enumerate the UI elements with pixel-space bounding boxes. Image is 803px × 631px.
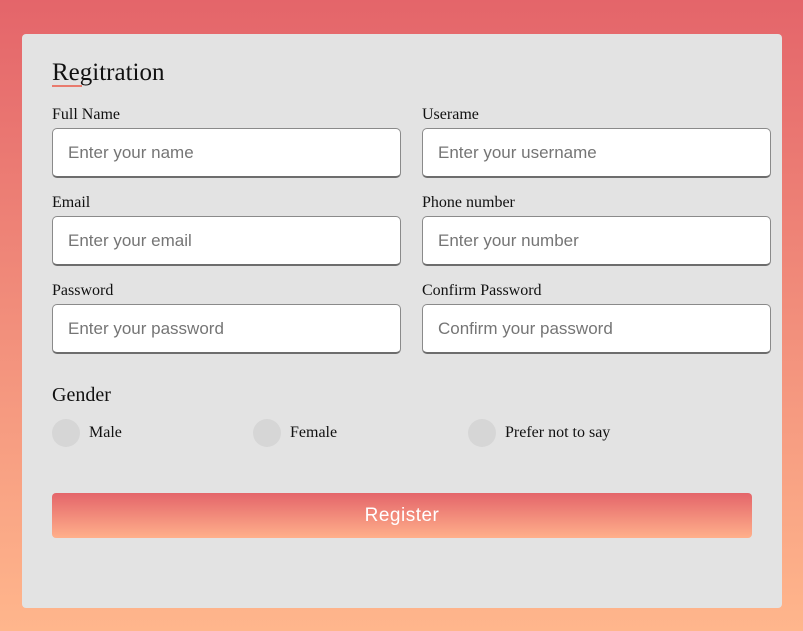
username-field-group: Userame [422, 106, 771, 178]
username-label: Userame [422, 106, 479, 123]
gender-option-female[interactable]: Female [253, 419, 337, 447]
title-underline [52, 85, 82, 87]
radio-button-prefer-not[interactable] [468, 419, 496, 447]
confirm-password-field-group: Confirm Password [422, 282, 771, 354]
radio-button-female[interactable] [253, 419, 281, 447]
gender-label-male: Male [89, 424, 122, 441]
gender-label-female: Female [290, 424, 338, 441]
password-input[interactable] [52, 304, 401, 354]
full-name-input[interactable] [52, 128, 401, 178]
username-input[interactable] [422, 128, 771, 178]
radio-button-male[interactable] [52, 419, 80, 447]
gender-title: Gender [52, 384, 111, 406]
password-field-group: Password [52, 282, 401, 354]
registration-card: Regitration Full Name Userame Email Phon… [22, 34, 782, 608]
email-input[interactable] [52, 216, 401, 266]
confirm-password-label: Confirm Password [422, 282, 542, 299]
gender-label-prefer-not: Prefer not to say [505, 424, 611, 441]
register-button[interactable]: Register [52, 493, 752, 538]
phone-label: Phone number [422, 194, 515, 211]
phone-input[interactable] [422, 216, 771, 266]
gender-option-male[interactable]: Male [52, 419, 122, 447]
email-label: Email [52, 194, 91, 211]
gender-option-prefer-not[interactable]: Prefer not to say [468, 419, 610, 447]
full-name-label: Full Name [52, 106, 120, 123]
email-field-group: Email [52, 194, 401, 266]
password-label: Password [52, 282, 114, 299]
phone-field-group: Phone number [422, 194, 771, 266]
confirm-password-input[interactable] [422, 304, 771, 354]
full-name-field-group: Full Name [52, 106, 401, 178]
form-title: Regitration [52, 59, 165, 86]
